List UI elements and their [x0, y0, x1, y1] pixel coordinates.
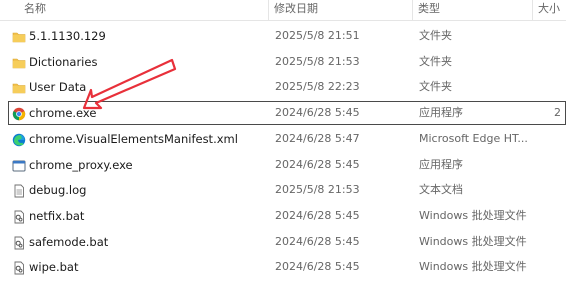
file-type: Microsoft Edge HT... [419, 131, 528, 145]
file-modified-date: 2024/6/28 5:45 [275, 157, 360, 171]
file-type: Windows 批处理文件 [419, 260, 527, 274]
edge-icon [12, 132, 26, 146]
column-header-name[interactable]: 名称 [24, 0, 46, 20]
file-row[interactable]: netfix.bat 2024/6/28 5:45 Windows 批处理文件 [8, 204, 566, 228]
text-file-icon [12, 183, 26, 198]
file-row[interactable]: debug.log 2025/5/8 21:53 文本文档 [8, 178, 566, 202]
column-divider[interactable] [268, 0, 269, 20]
file-row[interactable]: safemode.bat 2024/6/28 5:45 Windows 批处理文件 [8, 230, 566, 254]
file-row[interactable]: chrome.exe 2024/6/28 5:45 应用程序 [8, 101, 566, 126]
file-modified-date: 2025/5/8 22:23 [275, 80, 360, 94]
file-modified-date: 2024/6/28 5:45 [275, 260, 360, 274]
file-modified-date: 2024/6/28 5:45 [275, 106, 360, 120]
file-modified-date: 2024/6/28 5:45 [275, 234, 360, 248]
file-type: Windows 批处理文件 [419, 208, 527, 222]
file-row[interactable]: Dictionaries 2025/5/8 21:53 文件夹 [8, 50, 566, 74]
file-modified-date: 2025/5/8 21:53 [275, 54, 360, 68]
batch-file-icon [12, 235, 26, 250]
column-header-type[interactable]: 类型 [418, 0, 440, 20]
file-type: 文件夹 [419, 29, 452, 42]
column-header-size[interactable]: 大小 [538, 0, 560, 20]
file-size-value: 2 [554, 106, 561, 119]
file-modified-date: 2024/6/28 5:45 [275, 208, 360, 222]
file-name: User Data [29, 80, 87, 95]
file-row[interactable]: wipe.bat 2024/6/28 5:45 Windows 批处理文件 [8, 255, 566, 279]
batch-file-icon [12, 260, 26, 275]
folder-icon [12, 55, 26, 69]
file-name: chrome_proxy.exe [29, 157, 133, 172]
file-row[interactable]: chrome.VisualElementsManifest.xml 2024/6/… [8, 127, 566, 151]
file-name: Dictionaries [29, 54, 98, 69]
file-type: 文件夹 [419, 80, 452, 94]
file-type: 文件夹 [419, 54, 452, 68]
column-header-date[interactable]: 修改日期 [274, 0, 318, 20]
file-name: netfix.bat [29, 208, 85, 223]
application-icon [12, 158, 26, 172]
file-type: 应用程序 [419, 106, 463, 120]
folder-icon [12, 80, 26, 94]
file-name: 5.1.1130.129 [29, 29, 106, 43]
batch-file-icon [12, 209, 26, 224]
file-row[interactable]: User Data 2025/5/8 22:23 文件夹 [8, 75, 566, 99]
folder-icon [12, 29, 26, 43]
file-type: 应用程序 [419, 157, 463, 171]
file-name: safemode.bat [29, 234, 109, 249]
column-divider[interactable] [532, 0, 533, 20]
file-name: chrome.exe [29, 106, 97, 121]
file-row[interactable]: 5.1.1130.129 2025/5/8 21:51 文件夹 [8, 24, 566, 48]
file-type: Windows 批处理文件 [419, 234, 527, 248]
file-modified-date: 2024/6/28 5:47 [275, 131, 360, 145]
file-row[interactable]: chrome_proxy.exe 2024/6/28 5:45 应用程序 [8, 153, 566, 177]
file-name: chrome.VisualElementsManifest.xml [29, 131, 238, 146]
column-header-bar: 名称 修改日期 类型 大小 [0, 0, 566, 21]
file-name: wipe.bat [29, 260, 79, 275]
column-divider[interactable] [412, 0, 413, 20]
file-type: 文本文档 [419, 183, 463, 197]
file-modified-date: 2025/5/8 21:53 [275, 183, 360, 197]
file-name: debug.log [29, 183, 87, 198]
file-modified-date: 2025/5/8 21:51 [275, 29, 360, 42]
chrome-icon [12, 106, 26, 121]
